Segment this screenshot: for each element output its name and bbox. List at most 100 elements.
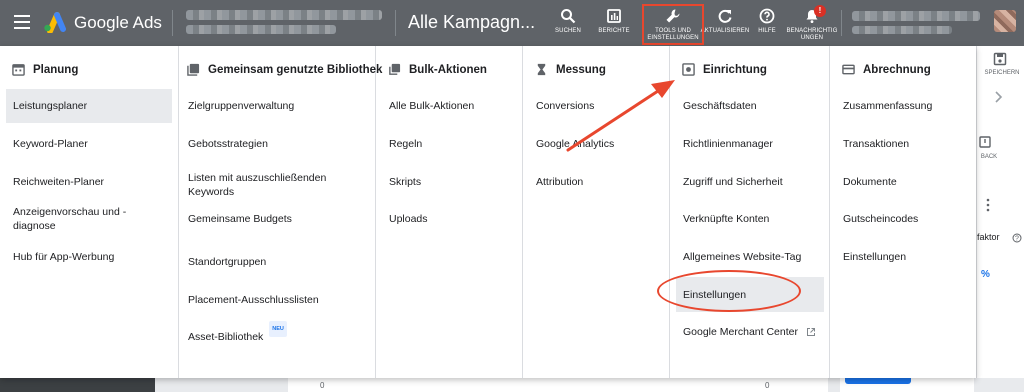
annotation-ellipse xyxy=(657,270,801,312)
external-link-icon xyxy=(807,328,815,336)
menu-item-reach-planner[interactable]: Reichweiten-Planer xyxy=(6,170,172,194)
menu-item-uploads[interactable]: Uploads xyxy=(382,207,516,231)
brand-name: Google Ads xyxy=(74,13,162,32)
menu-item-app-hub[interactable]: Hub für App-Werbung xyxy=(6,245,172,269)
menu-icon[interactable] xyxy=(14,15,30,29)
menu-item-conversions[interactable]: Conversions xyxy=(529,94,663,118)
menu-column-measurement: Messung Conversions Google Analytics Att… xyxy=(523,46,670,378)
column-header: Planung xyxy=(12,63,78,76)
column-title: Gemeinsam genutzte Bibliothek xyxy=(208,63,383,76)
account-id-blurred xyxy=(186,25,336,34)
percent-value: % xyxy=(981,269,990,280)
menu-column-billing: Abrechnung Zusammenfassung Transaktionen… xyxy=(830,46,976,378)
menu-item-google-analytics[interactable]: Google Analytics xyxy=(529,132,663,156)
menu-item-placement-exclusions[interactable]: Placement-Ausschlusslisten xyxy=(181,288,369,312)
user-email-blurred xyxy=(852,26,952,34)
menu-item-attribution[interactable]: Attribution xyxy=(529,170,663,194)
svg-text:?: ? xyxy=(1015,236,1019,243)
asset-library-label: Asset-Bibliothek xyxy=(188,331,264,343)
hourglass-icon xyxy=(537,63,546,76)
google-ads-logo[interactable] xyxy=(42,11,66,33)
page-bottom-strip: 0 0 xyxy=(0,378,1024,392)
save-icon[interactable] xyxy=(993,52,1007,66)
menu-item-merchant-center[interactable]: Google Merchant Center xyxy=(676,320,823,344)
menu-item-linked-accounts[interactable]: Verknüpfte Konten xyxy=(676,207,823,231)
tool-label: BERICHTE xyxy=(598,28,630,34)
save-label: SPEICHERN xyxy=(984,70,1020,76)
menu-column-planning: Planung Leistungsplaner Keyword-Planer R… xyxy=(0,46,179,378)
help-icon[interactable]: ? xyxy=(1012,233,1022,243)
menu-item-billing-settings[interactable]: Einstellungen xyxy=(836,245,970,269)
menu-column-shared-library: Gemeinsam genutzte Bibliothek Zielgruppe… xyxy=(175,46,382,378)
axis-zero: 0 xyxy=(765,381,770,390)
notification-badge: ! xyxy=(814,5,826,17)
more-vert-icon[interactable] xyxy=(985,198,991,212)
menu-column-bulk-actions: Bulk-Aktionen Alle Bulk-Aktionen Regeln … xyxy=(376,46,523,378)
help-icon xyxy=(759,8,775,24)
menu-column-setup: Einrichtung Geschäftsdaten Richtlinienma… xyxy=(670,46,830,378)
menu-item-location-groups[interactable]: Standortgruppen xyxy=(181,250,369,274)
menu-item-access-security[interactable]: Zugriff und Sicherheit xyxy=(676,170,823,194)
copy-icon xyxy=(389,63,401,75)
new-badge: NEU xyxy=(269,321,287,337)
user-name-blurred xyxy=(852,11,980,21)
column-title: Messung xyxy=(556,63,606,76)
column-header: Einrichtung xyxy=(682,63,767,76)
account-name-blurred[interactable] xyxy=(186,10,382,20)
chevron-right-icon[interactable] xyxy=(991,90,1005,104)
annotation-rectangle xyxy=(642,4,704,45)
menu-item-policy-manager[interactable]: Richtlinienmanager xyxy=(676,132,823,156)
divider xyxy=(172,10,173,36)
menu-item-documents[interactable]: Dokumente xyxy=(836,170,970,194)
menu-item-keyword-planner[interactable]: Keyword-Planer xyxy=(6,132,172,156)
top-bar: Google Ads Alle Kampagn... SUCHEN BERICH… xyxy=(0,0,1024,46)
library-icon xyxy=(187,63,200,76)
column-header: Bulk-Aktionen xyxy=(388,63,487,76)
feedback-icon[interactable] xyxy=(979,136,991,148)
dark-sidebar xyxy=(0,378,155,392)
menu-item-negative-keyword-lists[interactable]: Listen mit auszuschließenden Keywords xyxy=(181,169,369,201)
chart-card xyxy=(288,378,828,392)
right-panel: SPEICHERN BACK faktor ? % xyxy=(976,46,1024,392)
column-title: Bulk-Aktionen xyxy=(409,63,487,76)
column-title: Planung xyxy=(33,63,79,76)
menu-item-audience-manager[interactable]: Zielgruppenverwaltung xyxy=(181,94,369,118)
menu-item-shared-budgets[interactable]: Gemeinsame Budgets xyxy=(181,207,369,231)
menu-item-performance-planner[interactable]: Leistungsplaner xyxy=(6,89,172,123)
avatar[interactable] xyxy=(994,10,1016,32)
menu-item-scripts[interactable]: Skripts xyxy=(382,170,516,194)
menu-item-rules[interactable]: Regeln xyxy=(382,132,516,156)
blue-bar xyxy=(845,378,911,384)
menu-item-ad-preview[interactable]: Anzeigenvorschau und -diagnose xyxy=(6,206,172,232)
menu-item-transactions[interactable]: Transaktionen xyxy=(836,132,970,156)
setup-icon xyxy=(682,63,695,76)
menu-item-asset-library[interactable]: Asset-Bibliothek NEU xyxy=(181,321,369,349)
divider xyxy=(841,10,842,36)
tools-settings-menu: Planung Leistungsplaner Keyword-Planer R… xyxy=(0,46,976,378)
column-title: Einrichtung xyxy=(703,63,767,76)
notifications-button[interactable]: BENACHRICHTIG UNGEN xyxy=(782,8,842,42)
reports-button[interactable]: BERICHTE xyxy=(584,8,644,35)
faktor-label: faktor xyxy=(977,232,1000,242)
menu-item-all-bulk-actions[interactable]: Alle Bulk-Aktionen xyxy=(382,94,516,118)
tool-label: SUCHEN xyxy=(555,28,581,34)
menu-item-global-site-tag[interactable]: Allgemeines Website-Tag xyxy=(676,245,823,269)
back-label: BACK xyxy=(980,154,998,160)
menu-item-business-data[interactable]: Geschäftsdaten xyxy=(676,94,823,118)
tool-label: BENACHRICHTIG UNGEN xyxy=(786,28,838,41)
campaign-title[interactable]: Alle Kampagn... xyxy=(408,12,535,33)
menu-item-bid-strategies[interactable]: Gebotsstrategien xyxy=(181,132,369,156)
calendar-icon xyxy=(12,64,25,76)
tool-label: HILFE xyxy=(758,28,776,34)
column-header: Abrechnung xyxy=(842,63,931,76)
menu-item-summary[interactable]: Zusammenfassung xyxy=(836,94,970,118)
refresh-icon xyxy=(718,9,732,23)
credit-card-icon xyxy=(842,64,855,75)
column-title: Abrechnung xyxy=(863,63,931,76)
column-header: Messung xyxy=(535,63,606,76)
divider xyxy=(395,10,396,36)
search-icon xyxy=(561,9,576,24)
reports-icon xyxy=(607,9,621,23)
menu-item-promo-codes[interactable]: Gutscheincodes xyxy=(836,207,970,231)
column-header: Gemeinsam genutzte Bibliothek xyxy=(187,63,382,76)
